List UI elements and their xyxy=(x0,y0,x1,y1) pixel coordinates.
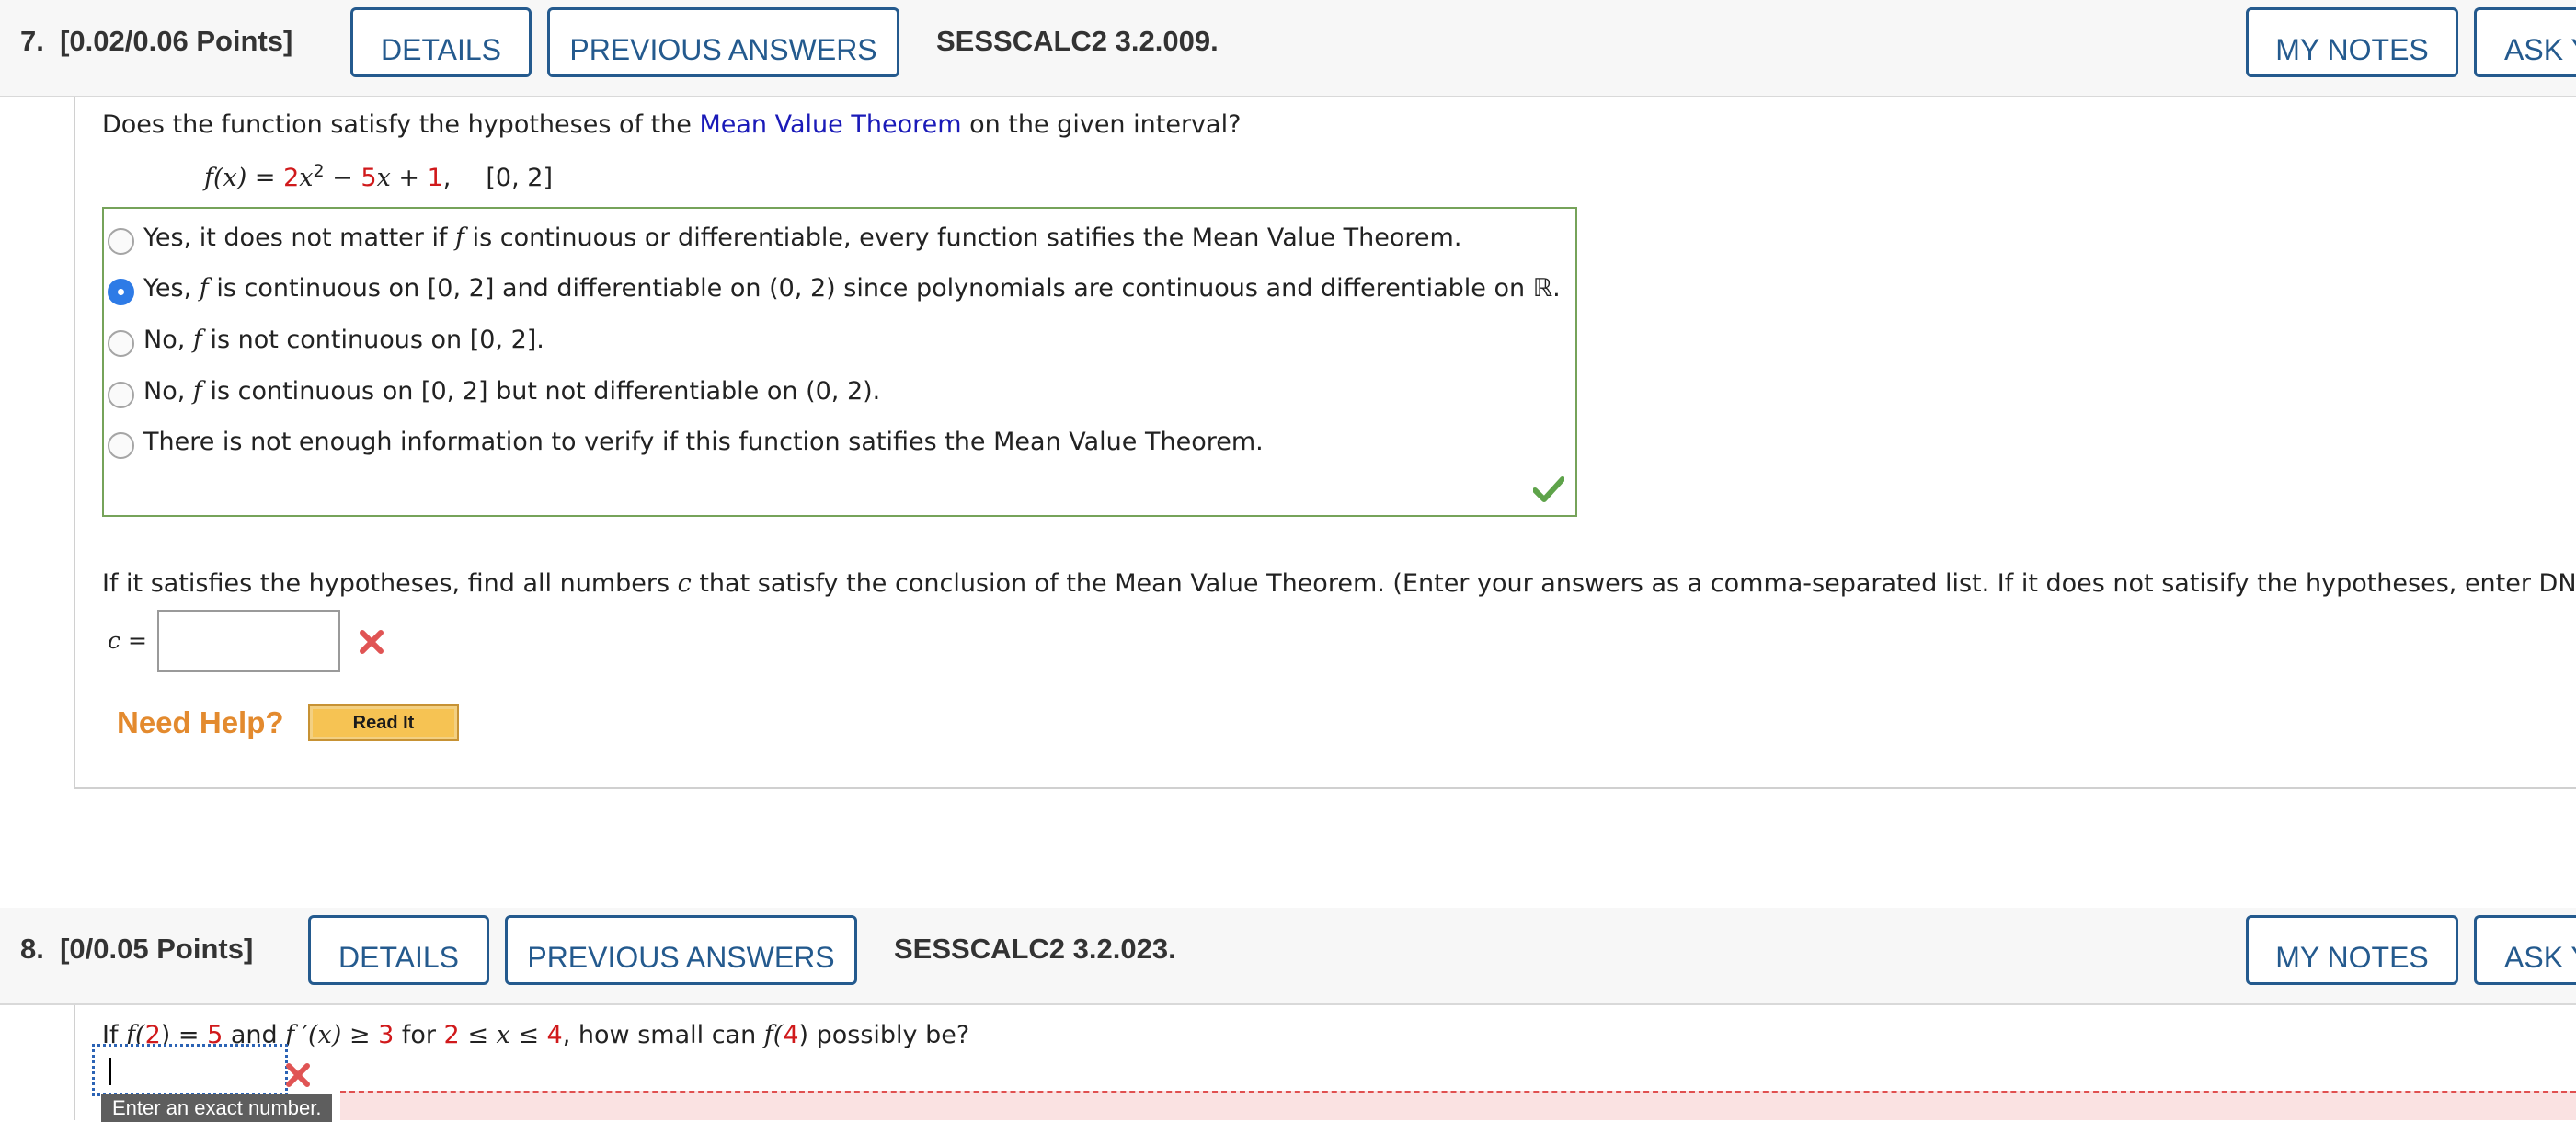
details-button[interactable]: DETAILS xyxy=(350,7,532,77)
radio-choice-1[interactable] xyxy=(108,228,134,255)
interval: [0, 2] xyxy=(486,164,553,192)
ask-teacher-button[interactable]: ASK Y xyxy=(2474,915,2576,985)
question-prompt: Does the function satisfy the hypotheses… xyxy=(102,110,1242,139)
need-help-label: Need Help? xyxy=(117,705,284,739)
answer-choices-box xyxy=(102,207,1577,517)
question-7-header: 7. [0.02/0.06 Points] DETAILS PREVIOUS A… xyxy=(0,0,2576,97)
choice-5-label[interactable]: There is not enough information to verif… xyxy=(143,428,1264,456)
question-8-answer-input[interactable] xyxy=(92,1044,288,1096)
choice-2-label[interactable]: Yes, f is continuous on [0, 2] and diffe… xyxy=(143,274,1561,303)
mean-value-theorem-link[interactable]: Mean Value Theorem xyxy=(699,110,961,139)
question-number: 8. [0/0.05 Points] xyxy=(20,933,254,965)
previous-answers-button[interactable]: PREVIOUS ANSWERS xyxy=(547,7,899,77)
choice-4-label[interactable]: No, f is continuous on [0, 2] but not di… xyxy=(143,377,880,406)
ask-teacher-button[interactable]: ASK Y xyxy=(2474,7,2576,77)
function-expression: f(x) = 2x2 − 5x + 1, [0, 2] xyxy=(204,161,553,192)
problem-id: SESSCALC2 3.2.009. xyxy=(936,25,1219,57)
answer-hint-tooltip: Enter an exact number. xyxy=(101,1094,333,1122)
text-cursor xyxy=(109,1058,111,1085)
choice-3-label[interactable]: No, f is not continuous on [0, 2]. xyxy=(143,326,544,354)
read-it-button[interactable]: Read It xyxy=(308,704,459,741)
incorrect-x-icon xyxy=(286,1063,310,1087)
previous-answers-button[interactable]: PREVIOUS ANSWERS xyxy=(505,915,857,985)
followup-prompt: If it satisfies the hypotheses, find all… xyxy=(102,569,2576,598)
choice-1-label[interactable]: Yes, it does not matter if f is continuo… xyxy=(143,223,1461,252)
my-notes-button[interactable]: MY NOTES xyxy=(2246,915,2458,985)
radio-choice-3[interactable] xyxy=(108,330,134,357)
points-label: [0/0.05 Points] xyxy=(60,933,254,965)
radio-choice-5[interactable] xyxy=(108,432,134,459)
details-button[interactable]: DETAILS xyxy=(308,915,489,985)
incorrect-x-icon xyxy=(360,630,384,654)
c-answer-input[interactable] xyxy=(157,610,340,672)
radio-choice-4[interactable] xyxy=(108,382,134,408)
question-8-header: 8. [0/0.05 Points] DETAILS PREVIOUS ANSW… xyxy=(0,908,2576,1005)
error-highlight-band xyxy=(340,1091,2576,1120)
my-notes-button[interactable]: MY NOTES xyxy=(2246,7,2458,77)
question-number: 7. [0.02/0.06 Points] xyxy=(20,25,293,57)
correct-check-icon xyxy=(1533,476,1564,502)
problem-id: SESSCALC2 3.2.023. xyxy=(894,933,1176,965)
points-label: [0.02/0.06 Points] xyxy=(60,25,293,57)
radio-choice-2-selected[interactable] xyxy=(108,279,134,305)
c-label: c = xyxy=(108,627,147,654)
